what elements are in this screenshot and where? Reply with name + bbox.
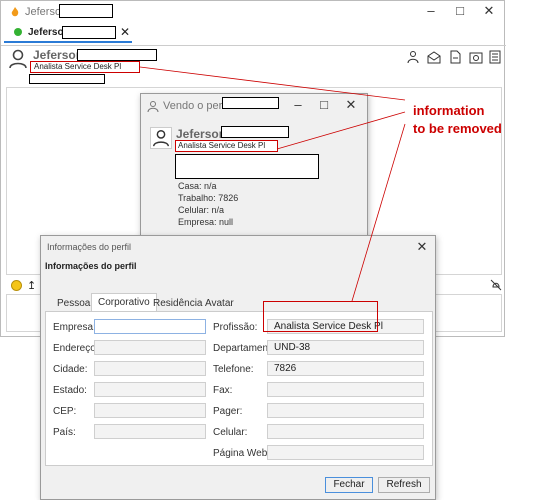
annotation-line2: to be removed: [413, 121, 502, 136]
annotation-lines: [139, 66, 406, 302]
annotation-line1: information: [413, 103, 485, 118]
